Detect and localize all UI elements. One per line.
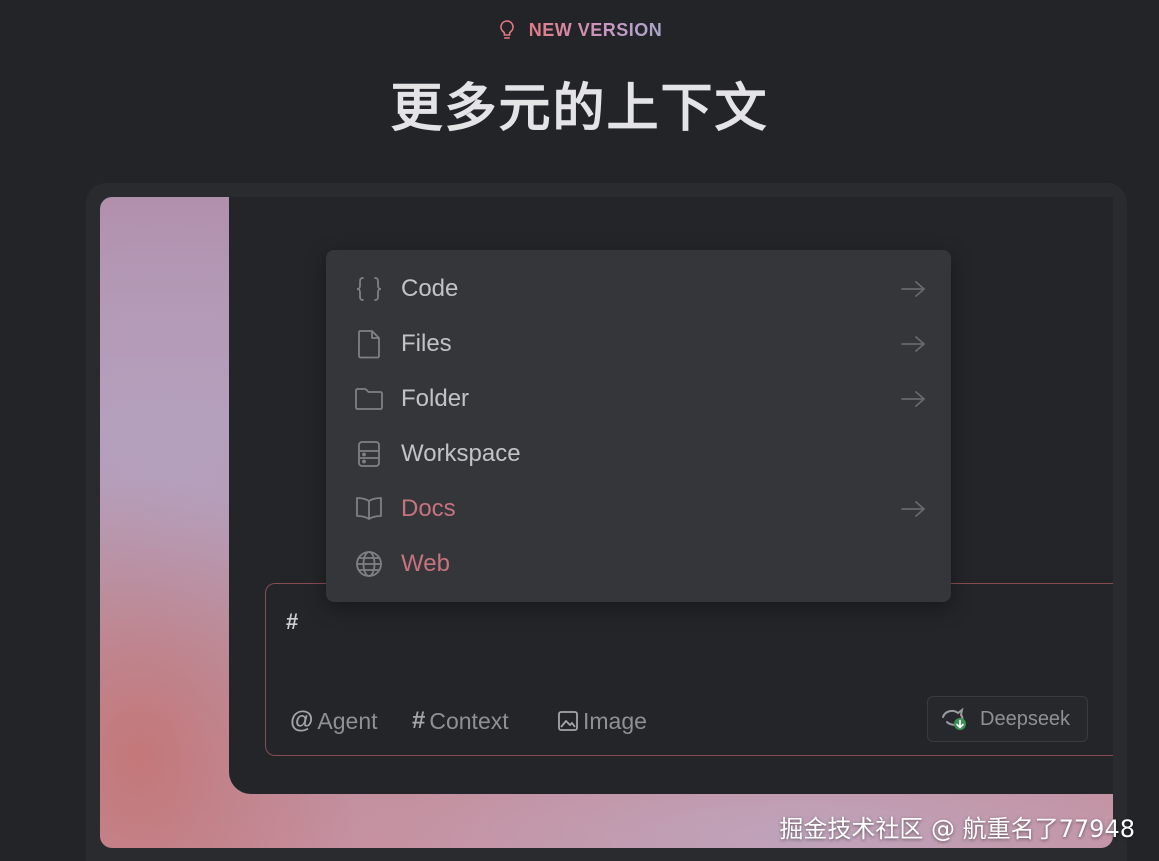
menu-item-label: Workspace [401,440,521,467]
page-title: 更多元的上下文 [390,79,769,139]
image-label: Image [583,707,647,734]
model-label: Deepseek [980,707,1071,730]
arrow-right-icon [901,281,926,297]
workspace-icon [354,439,384,469]
image-button[interactable]: Image [557,703,647,739]
menu-item-workspace[interactable]: Workspace [326,428,951,480]
menu-item-label: Web [401,550,450,577]
menu-item-label: Docs [401,495,456,522]
lightbulb-icon [499,20,514,39]
hash-icon: # [412,707,426,734]
page: NEW VERSION 更多元的上下文 # @ Agent # Context … [0,0,1159,861]
book-icon [354,494,384,524]
model-icon [942,707,966,730]
arrow-right-icon [901,501,926,517]
context-label: Context [429,707,509,734]
at-icon: @ [290,707,314,734]
watermark: 掘金技术社区 @ 航重名了77948 [779,815,1135,843]
folder-icon [354,384,384,414]
menu-item-label: Folder [401,385,470,412]
context-button[interactable]: # Context [412,703,509,739]
context-dropdown: Code Files Folder Workspace Docs Web [326,250,951,602]
chat-input-value[interactable]: # [286,609,298,635]
menu-item-code[interactable]: Code [326,263,951,315]
menu-item-web[interactable]: Web [326,538,951,590]
menu-item-files[interactable]: Files [326,318,951,370]
file-icon [354,329,384,359]
arrow-right-icon [901,391,926,407]
menu-item-label: Files [401,330,452,357]
globe-icon [354,549,384,579]
menu-item-docs[interactable]: Docs [326,483,951,535]
code-braces-icon [354,274,384,304]
badge-text: NEW VERSION [528,19,663,40]
arrow-right-icon [901,336,926,352]
menu-item-label: Code [401,275,459,302]
new-version-badge: NEW VERSION [0,19,1159,41]
agent-label: Agent [317,707,378,734]
model-selector-button[interactable]: Deepseek [927,696,1088,742]
agent-button[interactable]: @ Agent [290,703,378,739]
image-icon [558,711,578,731]
menu-item-folder[interactable]: Folder [326,373,951,425]
